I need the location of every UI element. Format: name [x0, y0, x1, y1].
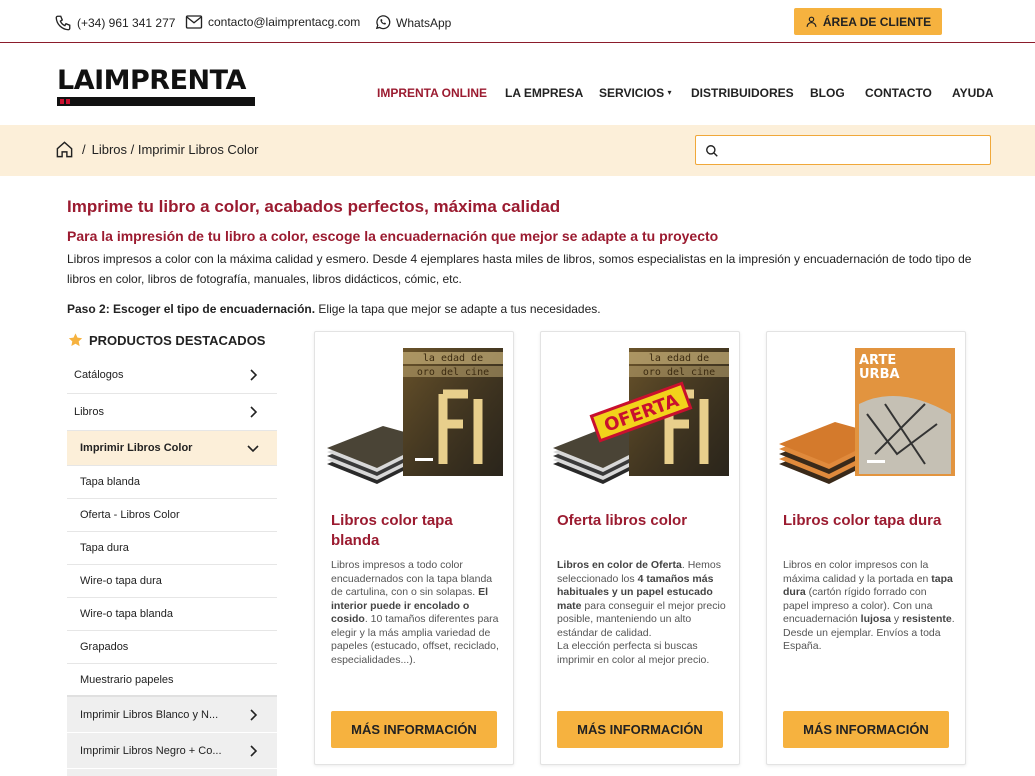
sidebar-item-muestrario[interactable]: Muestrario papeles: [67, 664, 277, 697]
sidebar-item-imprimir-libros-color[interactable]: Imprimir Libros Color: [67, 431, 277, 466]
nav-distribuidores[interactable]: DISTRIBUIDORES: [691, 86, 794, 100]
whatsapp-icon: [375, 15, 391, 30]
cover-text: oro del cine: [643, 367, 715, 378]
more-info-button[interactable]: MÁS INFORMACIÓN: [331, 711, 497, 748]
page-title: Imprime tu libro a color, acabados perfe…: [67, 197, 561, 216]
sidebar-item-label: Imprimir Libros Negro + Co...: [80, 744, 222, 757]
breadcrumb: / Libros / Imprimir Libros Color: [55, 140, 259, 159]
card-title[interactable]: Oferta libros color: [557, 511, 727, 531]
card-title[interactable]: Libros color tapa dura: [783, 511, 953, 531]
nav-ayuda[interactable]: AYUDA: [952, 86, 994, 100]
sidebar-item-blanco-negro[interactable]: Imprimir Libros Blanco y N...: [67, 697, 277, 733]
sidebar-item-label: Wire-o tapa dura: [80, 575, 162, 587]
chevron-right-icon: [250, 708, 258, 721]
phone-icon: [55, 15, 71, 31]
sidebar-item-catalogos[interactable]: Catálogos: [67, 357, 277, 394]
main-header: LAIMPRENTA IMPRENTA ONLINE LA EMPRESA SE…: [0, 44, 1035, 125]
card-description: Libros en color de Oferta. Hemos selecci…: [557, 559, 726, 666]
search-icon: [706, 145, 718, 157]
sidebar-item-label: Wire-o tapa blanda: [80, 608, 173, 620]
product-card-oferta[interactable]: la edad de oro del cine OFERTA Oferta li…: [540, 331, 740, 765]
card-title[interactable]: Libros color tapa blanda: [331, 511, 501, 551]
cover-text: la edad de: [423, 353, 483, 364]
nav-blog[interactable]: BLOG: [810, 86, 845, 100]
search-input[interactable]: [695, 135, 991, 165]
mail-icon: [185, 15, 203, 29]
chevron-right-icon: [250, 406, 258, 418]
page-subtitle: Para la impresión de tu libro a color, e…: [67, 228, 719, 244]
chevron-down-icon: [247, 445, 259, 453]
cover-text: oro del cine: [417, 367, 489, 378]
sidebar-item-tapa-blanda[interactable]: Tapa blanda: [67, 466, 277, 499]
sidebar-item-wireo-tapa-dura[interactable]: Wire-o tapa dura: [67, 565, 277, 598]
star-icon: [68, 333, 83, 347]
sidebar-item-label: Oferta - Libros Color: [80, 509, 180, 521]
card-description: Libros en color impresos con la máxima c…: [783, 559, 955, 652]
sidebar-item-label: Tapa dura: [80, 542, 129, 554]
nav-la-empresa[interactable]: LA EMPRESA: [505, 86, 583, 100]
product-card-tapa-blanda[interactable]: la edad de oro del cine Libros color tap…: [314, 331, 514, 765]
logo-underline: [57, 97, 255, 106]
home-icon[interactable]: [55, 140, 74, 159]
whatsapp-link[interactable]: WhatsApp: [374, 14, 451, 31]
more-info-button[interactable]: MÁS INFORMACIÓN: [557, 711, 723, 748]
nav-servicios[interactable]: SERVICIOS ▾: [599, 86, 672, 100]
nav-contacto[interactable]: CONTACTO: [865, 86, 932, 100]
top-bar: (+34) 961 341 277 contacto@laimprentacg.…: [0, 0, 1035, 43]
sidebar-item-partial: [67, 769, 277, 776]
sidebar-item-label: Tapa blanda: [80, 476, 140, 488]
step-bold: Paso 2: Escoger el tipo de encuadernació…: [67, 302, 316, 316]
sidebar-item-label: Catálogos: [74, 369, 124, 381]
sidebar-item-oferta[interactable]: Oferta - Libros Color: [67, 499, 277, 532]
product-image-oferta: la edad de oro del cine OFERTA: [553, 348, 729, 484]
area-cliente-label: ÁREA DE CLIENTE: [822, 14, 932, 29]
breadcrumb-band: / Libros / Imprimir Libros Color: [0, 125, 1035, 176]
sidebar-title: PRODUCTOS DESTACADOS: [67, 332, 265, 348]
cover-text: URBA: [859, 367, 900, 382]
chevron-right-icon: [250, 369, 258, 381]
breadcrumb-path[interactable]: Libros / Imprimir Libros Color: [92, 142, 259, 157]
step-rest: Elige la tapa que mejor se adapte a tus …: [315, 302, 601, 316]
logo-text: LAIMPRENTA: [57, 65, 246, 96]
sidebar-item-label: Grapados: [80, 641, 129, 653]
sidebar-item-wireo-tapa-blanda[interactable]: Wire-o tapa blanda: [67, 598, 277, 631]
email-text: contacto@laimprentacg.com: [208, 15, 361, 29]
product-card-tapa-dura[interactable]: ARTE URBA Libros color tapa dura Libros …: [766, 331, 966, 765]
user-icon: [806, 16, 817, 27]
sidebar-item-label: Imprimir Libros Color: [80, 442, 193, 454]
sidebar-title-label: PRODUCTOS DESTACADOS: [89, 332, 266, 348]
sidebar-item-tapa-dura[interactable]: Tapa dura: [67, 532, 277, 565]
sidebar-item-label: Muestrario papeles: [80, 673, 174, 686]
sidebar-menu: Catálogos Libros Imprimir Libros Color T…: [67, 357, 277, 776]
sidebar-item-label: Libros: [74, 406, 104, 418]
cover-text: ARTE: [859, 353, 896, 368]
chevron-right-icon: [250, 744, 258, 757]
intro-text: Libros impresos a color con la máxima ca…: [67, 252, 972, 286]
breadcrumb-separator: /: [82, 142, 86, 157]
cover-text: la edad de: [649, 353, 709, 364]
product-image-tapa-dura: ARTE URBA: [779, 348, 955, 484]
sidebar-item-libros[interactable]: Libros: [67, 394, 277, 431]
step-text: Paso 2: Escoger el tipo de encuadernació…: [67, 302, 601, 316]
nav-servicios-label: SERVICIOS: [599, 86, 665, 100]
caret-down-icon: ▾: [667, 88, 672, 97]
product-image-tapa-blanda: la edad de oro del cine: [327, 348, 503, 484]
area-cliente-button[interactable]: ÁREA DE CLIENTE: [794, 8, 942, 35]
whatsapp-text: WhatsApp: [396, 15, 452, 30]
nav-imprenta-online[interactable]: IMPRENTA ONLINE: [377, 86, 487, 100]
sidebar-item-negro-color[interactable]: Imprimir Libros Negro + Co...: [67, 733, 277, 769]
card-description: Libros impresos a todo color encuadernad…: [331, 559, 499, 666]
sidebar-item-grapados[interactable]: Grapados: [67, 631, 277, 664]
sidebar-item-label: Imprimir Libros Blanco y N...: [80, 708, 219, 721]
email-link[interactable]: contacto@laimprentacg.com: [185, 14, 360, 30]
site-logo[interactable]: LAIMPRENTA: [57, 66, 255, 108]
phone-link[interactable]: (+34) 961 341 277: [54, 14, 175, 32]
phone-text: (+34) 961 341 277: [77, 16, 176, 30]
more-info-button[interactable]: MÁS INFORMACIÓN: [783, 711, 949, 748]
